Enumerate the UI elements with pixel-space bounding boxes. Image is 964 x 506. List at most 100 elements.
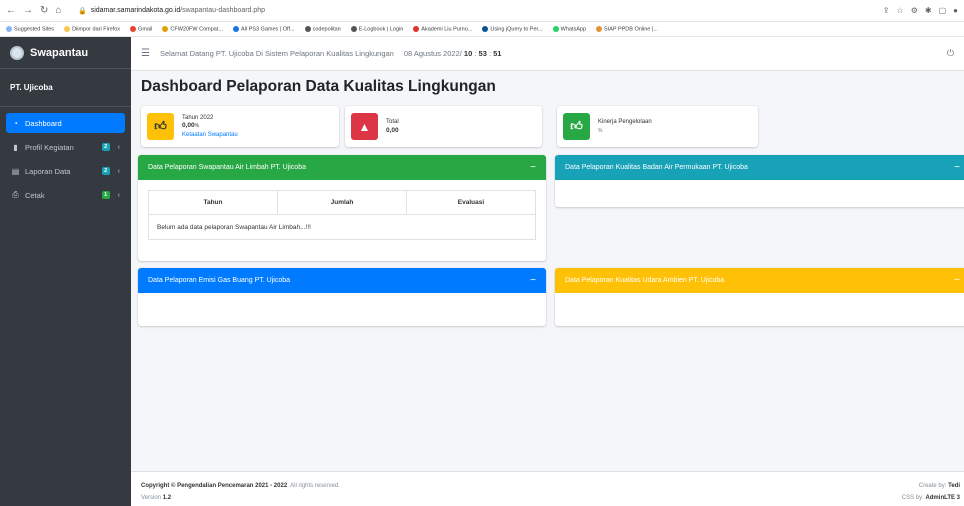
home-icon[interactable]: ⌂ xyxy=(55,5,61,16)
info-box-title: Tahun 2022 xyxy=(182,114,214,121)
copyright-org: Pengendalian Pencemaran 2021 - 2022 xyxy=(177,483,288,489)
star-icon[interactable]: ☆ xyxy=(897,6,904,15)
thumbs-up-icon: 👍︎ xyxy=(563,113,590,140)
sidebar-item-cetak[interactable]: ⎙ Cetak 1 ‹ xyxy=(6,185,125,205)
bookmark-item[interactable]: Diimpor dari Firefox xyxy=(64,25,120,32)
thumbs-up-icon: 👍︎ xyxy=(147,113,174,140)
lock-icon: 🔒 xyxy=(78,7,87,15)
column-header: Jumlah xyxy=(278,191,407,214)
css-by-name: AdminLTE 3 xyxy=(925,495,960,501)
collapse-minus-icon[interactable]: − xyxy=(954,275,960,286)
warning-icon: ▲ xyxy=(351,113,378,140)
column-header: Evaluasi xyxy=(457,199,485,206)
chevron-left-icon: ‹ xyxy=(117,143,120,151)
card-emisi-gas: Data Pelaporan Emisi Gas Buang PT. Ujico… xyxy=(138,268,546,326)
sidebar: Swapantau PT. Ujicoba ◔ Dashboard ▮ Prof… xyxy=(0,37,131,506)
sidebar-item-label: Cetak xyxy=(25,190,45,200)
power-icon[interactable]: ⏻ xyxy=(947,48,954,59)
copyright-prefix: Copyright © xyxy=(141,483,176,489)
dashboard-icon: ◔ xyxy=(13,118,18,128)
empty-message: Belum ada data pelaporan Swapantau Air L… xyxy=(157,223,311,231)
bookmark-item[interactable]: Using jQuery to Per... xyxy=(482,25,543,32)
column-header: Tahun xyxy=(149,191,278,214)
card-title: Data Pelaporan Swapantau Air Limbah PT. … xyxy=(148,164,306,171)
sidebar-item-profil-kegiatan[interactable]: ▮ Profil Kegiatan 2 ‹ xyxy=(6,137,125,157)
bookmark-item[interactable]: All PS3 Games | Off... xyxy=(232,25,295,32)
browser-toolbar: ← → ↻ ⌂ 🔒 sidamar.samarindakota.go.id/sw… xyxy=(0,0,964,22)
create-by-name: Tedi xyxy=(948,483,960,489)
welcome-text: Selamat Datang PT. Ujicoba Di Sistem Pel… xyxy=(159,49,394,58)
count-badge: 2 xyxy=(101,143,110,151)
bookmark-item[interactable]: E-Logbook | Login xyxy=(350,25,403,32)
table-row: Belum ada data pelaporan Swapantau Air L… xyxy=(149,215,535,239)
brand-logo-icon xyxy=(10,45,24,60)
card-badan-air: Data Pelaporan Kualitas Badan Air Permuk… xyxy=(555,155,964,207)
card-header: Data Pelaporan Emisi Gas Buang PT. Ujico… xyxy=(138,268,546,293)
sidebar-menu: ◔ Dashboard ▮ Profil Kegiatan 2 ‹ ▤ Lapo… xyxy=(0,107,131,205)
info-box-unit: % xyxy=(194,123,200,130)
card-title: Data Pelaporan Kualitas Badan Air Permuk… xyxy=(565,164,748,171)
sidebar-item-label: Dashboard xyxy=(25,118,62,128)
bookmark-item[interactable]: Gmail xyxy=(130,25,152,32)
forward-icon[interactable]: → xyxy=(23,5,33,16)
count-badge: 2 xyxy=(101,167,110,175)
reload-icon[interactable]: ↻ xyxy=(40,5,48,16)
ketaatan-link[interactable]: Ketaatan Swapantau xyxy=(182,132,238,138)
puzzle-icon[interactable]: ✱ xyxy=(925,6,932,15)
info-box-total: ▲ Total 0,00 xyxy=(345,106,542,147)
info-box-ketaatan: 👍︎ Tahun 2022 0,00% Ketaatan Swapantau xyxy=(141,106,339,147)
page-footer: Copyright © Pengendalian Pencemaran 2021… xyxy=(131,471,964,506)
clock-minutes: 53 xyxy=(478,49,487,58)
clock-seconds: 51 xyxy=(493,49,502,58)
building-icon: ▮ xyxy=(13,142,18,152)
brand-link[interactable]: Swapantau xyxy=(0,37,131,69)
info-box-value: 0,00 xyxy=(386,126,399,134)
url-host: sidamar.samarindakota.go.id xyxy=(90,7,181,14)
copyright-suffix: . All rights reserved. xyxy=(287,483,340,489)
card-header: Data Pelaporan Swapantau Air Limbah PT. … xyxy=(138,155,546,180)
url-path: /swapantau-dashboard.php xyxy=(180,7,266,14)
back-icon[interactable]: ← xyxy=(6,5,16,16)
bookmark-item[interactable]: Akademi Liu Purno... xyxy=(413,25,472,32)
bookmark-item[interactable]: SIAP PPDB Online |... xyxy=(596,25,658,32)
bookmarks-bar: Suggested Sites Diimpor dari Firefox Gma… xyxy=(0,22,964,37)
browser-nav: ← → ↻ ⌂ xyxy=(6,5,78,16)
table-header-row: Tahun Jumlah Evaluasi xyxy=(149,191,535,215)
user-panel[interactable]: PT. Ujicoba xyxy=(0,69,131,107)
collapse-minus-icon[interactable]: − xyxy=(954,162,960,173)
collapse-minus-icon[interactable]: − xyxy=(530,162,536,173)
share-icon[interactable]: ⇪ xyxy=(883,6,890,15)
address-bar[interactable]: 🔒 sidamar.samarindakota.go.id/swapantau-… xyxy=(78,4,883,18)
browser-extensions: ⇪ ☆ ⚙ ✱ ▢ ● xyxy=(883,6,958,15)
card-title: Data Pelaporan Emisi Gas Buang PT. Ujico… xyxy=(148,277,291,284)
bookmark-item[interactable]: CFW20FW Compat... xyxy=(162,25,223,32)
top-navbar: ☰ Selamat Datang PT. Ujicoba Di Sistem P… xyxy=(131,37,964,71)
css-by-label: CSS by: xyxy=(901,495,924,501)
info-box-title: Total xyxy=(386,119,399,125)
bookmark-item[interactable]: codepolitan xyxy=(304,25,341,32)
main-content: Dashboard Pelaporan Data Kualitas Lingku… xyxy=(131,71,964,471)
file-icon: ▤ xyxy=(11,166,20,176)
bookmark-item[interactable]: Suggested Sites xyxy=(6,25,54,32)
profile-avatar[interactable]: ● xyxy=(953,6,958,15)
info-box-kinerja: 👍︎ Kinerja Pengelolaan % xyxy=(557,106,758,147)
version-number: 1.2 xyxy=(162,495,172,501)
card-udara-ambien: Data Pelaporan Kualitas Udara Ambien PT.… xyxy=(555,268,964,326)
date-text: 08 Agustus 2022/ xyxy=(403,49,462,58)
hamburger-menu-icon[interactable]: ☰ xyxy=(141,48,150,59)
info-box-unit: % xyxy=(598,127,603,134)
sidepanel-icon[interactable]: ▢ xyxy=(939,6,947,15)
extension-icon[interactable]: ⚙ xyxy=(911,6,918,15)
sidebar-item-laporan-data[interactable]: ▤ Laporan Data 2 ‹ xyxy=(6,161,125,181)
card-header: Data Pelaporan Kualitas Udara Ambien PT.… xyxy=(555,268,964,293)
info-box-title: Kinerja Pengelolaan xyxy=(598,119,652,125)
card-air-limbah: Data Pelaporan Swapantau Air Limbah PT. … xyxy=(138,155,546,261)
collapse-minus-icon[interactable]: − xyxy=(530,275,536,286)
version-label: Version xyxy=(141,495,162,501)
bookmark-item[interactable]: WhatsApp xyxy=(552,25,586,32)
chevron-left-icon: ‹ xyxy=(117,167,120,175)
air-limbah-table: Tahun Jumlah Evaluasi Belum ada data pel… xyxy=(148,190,536,240)
sidebar-item-dashboard[interactable]: ◔ Dashboard xyxy=(6,113,125,133)
info-box-value: 0,00 xyxy=(182,122,195,130)
brand-name: Swapantau xyxy=(30,46,89,59)
